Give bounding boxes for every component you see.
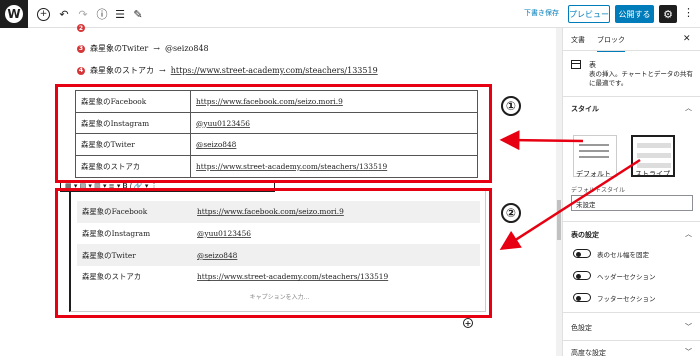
arrow-to-table-two xyxy=(499,158,641,251)
arrow-to-table-one xyxy=(499,130,584,151)
annotation-arrows xyxy=(499,130,641,251)
